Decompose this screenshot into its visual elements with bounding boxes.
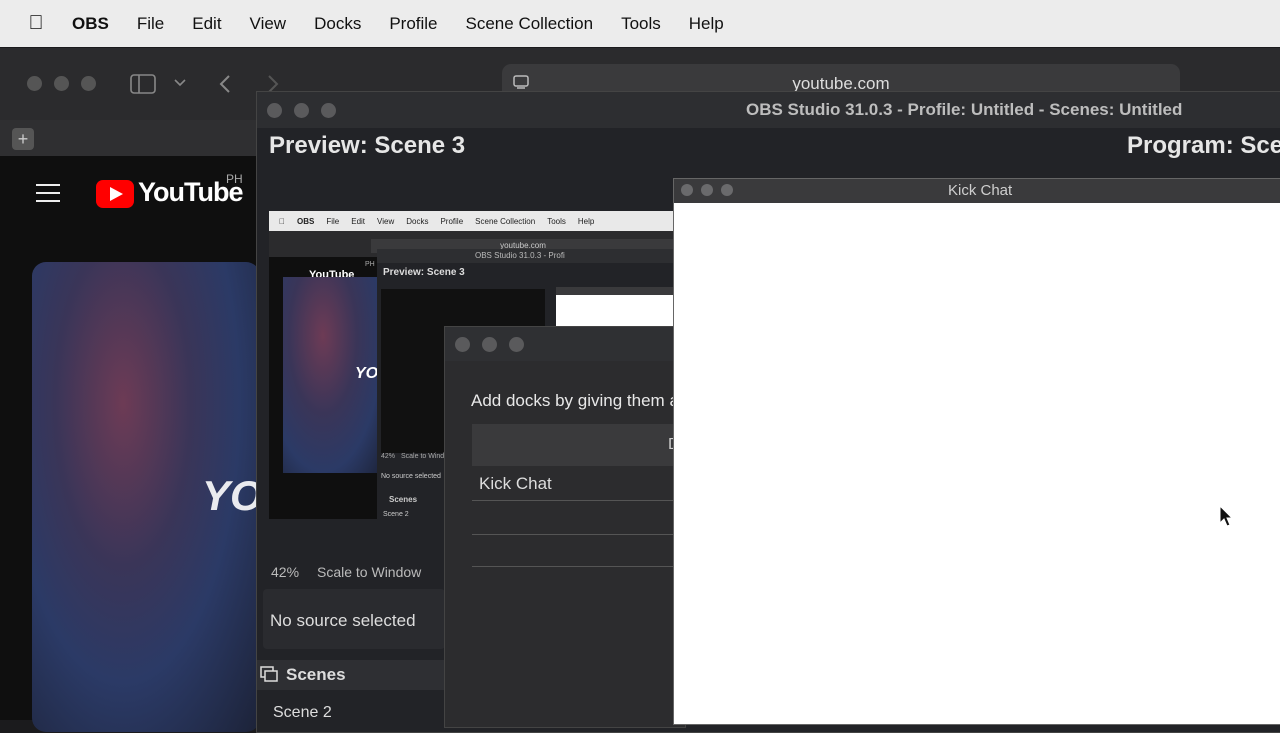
obs-zoom-button[interactable] bbox=[321, 103, 336, 118]
docks-zoom-button[interactable] bbox=[509, 337, 524, 352]
docks-description: Add docks by giving them a bbox=[471, 391, 679, 410]
minimize-button[interactable] bbox=[54, 76, 69, 91]
menu-bar:  OBS File Edit View Docks Profile Scene… bbox=[0, 0, 1280, 47]
back-icon[interactable] bbox=[218, 74, 232, 94]
source-status: No source selected bbox=[270, 611, 416, 630]
mini-video: YOU bbox=[283, 277, 390, 473]
mini-scenes: Scenes bbox=[389, 495, 418, 504]
mini-menu-item: Edit bbox=[345, 216, 365, 226]
mini-menu-item: File bbox=[320, 216, 339, 226]
kick-chat-content[interactable] bbox=[674, 203, 1280, 724]
menu-icon-line bbox=[36, 192, 60, 194]
kick-minimize-button[interactable] bbox=[701, 184, 713, 196]
menu-view[interactable]: View bbox=[250, 14, 287, 34]
menu-tools[interactable]: Tools bbox=[621, 14, 661, 34]
preview-label: Preview: Scene 3 bbox=[269, 132, 466, 159]
menu-docks[interactable]: Docks bbox=[314, 14, 361, 34]
mini-menu-item: Tools bbox=[541, 216, 566, 226]
obs-titlebar: OBS Studio 31.0.3 - Profile: Untitled - … bbox=[257, 92, 1280, 128]
docks-table-header: D bbox=[472, 424, 685, 466]
chevron-down-icon[interactable] bbox=[174, 78, 186, 88]
mini-menu-item: Profile bbox=[434, 216, 463, 226]
mini-menu-item: OBS bbox=[291, 216, 314, 226]
apple-icon[interactable]:  bbox=[0, 12, 72, 35]
mouse-cursor-icon bbox=[1219, 505, 1233, 527]
mini-obs-titlebar: OBS Studio 31.0.3 - Profi bbox=[377, 249, 675, 263]
kick-titlebar: Kick Chat bbox=[674, 179, 1280, 203]
docks-minimize-button[interactable] bbox=[482, 337, 497, 352]
obs-title-text: OBS Studio 31.0.3 - Profile: Untitled - … bbox=[746, 100, 1183, 119]
source-properties-box: No source selected bbox=[263, 589, 445, 649]
mini-menu-item: View bbox=[371, 216, 394, 226]
kick-chat-window: Kick Chat bbox=[673, 178, 1280, 725]
scenes-icon bbox=[260, 666, 278, 682]
region-label: PH bbox=[226, 172, 243, 186]
new-tab-icon[interactable]: + bbox=[12, 128, 34, 150]
scene-list-item[interactable]: Scene 2 bbox=[273, 704, 332, 722]
mini-preview-label: Preview: Scene 3 bbox=[383, 267, 465, 278]
menu-app-name[interactable]: OBS bbox=[72, 14, 109, 34]
obs-minimize-button[interactable] bbox=[294, 103, 309, 118]
dock-name[interactable]: Kick Chat bbox=[479, 474, 552, 494]
mini-menu-item: Scene Collection bbox=[469, 216, 535, 226]
menu-icon-line bbox=[36, 200, 60, 202]
youtube-page: YouTube PH YOU bbox=[0, 156, 293, 732]
docks-table: D Kick Chat bbox=[472, 424, 685, 572]
mini-source: No source selected bbox=[381, 473, 441, 480]
close-button[interactable] bbox=[27, 76, 42, 91]
mini-zoom: 42% bbox=[381, 453, 396, 460]
menu-help[interactable]: Help bbox=[689, 14, 724, 34]
menu-scene-collection[interactable]: Scene Collection bbox=[466, 14, 594, 34]
sidebar-icon[interactable] bbox=[130, 74, 156, 94]
page-icon bbox=[513, 75, 529, 89]
kick-title-text: Kick Chat bbox=[948, 182, 1013, 199]
mini-menu-item: Docks bbox=[400, 216, 428, 226]
docks-row[interactable]: Kick Chat bbox=[472, 468, 685, 501]
zoom-level[interactable]: 42% bbox=[271, 564, 299, 580]
obs-close-button[interactable] bbox=[267, 103, 282, 118]
custom-docks-dialog: Add docks by giving them a D Kick Chat bbox=[444, 326, 686, 728]
mini-menu-item: Help bbox=[571, 216, 594, 226]
docks-row[interactable] bbox=[472, 502, 685, 535]
docks-titlebar bbox=[445, 327, 685, 361]
mini-scene: Scene 2 bbox=[383, 511, 409, 518]
program-label: Program: Sce bbox=[1127, 132, 1280, 159]
scenes-dock-header: Scenes bbox=[257, 660, 445, 690]
menu-edit[interactable]: Edit bbox=[192, 14, 221, 34]
zoom-button[interactable] bbox=[81, 76, 96, 91]
menu-profile[interactable]: Profile bbox=[389, 14, 437, 34]
mini-region: PH bbox=[365, 261, 375, 268]
menu-file[interactable]: File bbox=[137, 14, 164, 34]
mini-menu-bar:  OBS File Edit View Docks Profile Scene… bbox=[269, 211, 675, 231]
mini-obs-title: OBS Studio 31.0.3 - Profi bbox=[475, 251, 565, 260]
kick-close-button[interactable] bbox=[681, 184, 693, 196]
scenes-title: Scenes bbox=[286, 665, 346, 684]
zoom-row: 42% Scale to Window bbox=[263, 562, 443, 584]
scale-mode[interactable]: Scale to Window bbox=[317, 564, 421, 580]
docks-row[interactable] bbox=[472, 536, 685, 567]
mini-apple-icon:  bbox=[279, 217, 285, 226]
video-thumbnail[interactable]: YOU bbox=[32, 262, 293, 732]
youtube-play-icon bbox=[96, 180, 134, 208]
menu-icon[interactable] bbox=[36, 184, 60, 186]
docks-close-button[interactable] bbox=[455, 337, 470, 352]
kick-zoom-button[interactable] bbox=[721, 184, 733, 196]
